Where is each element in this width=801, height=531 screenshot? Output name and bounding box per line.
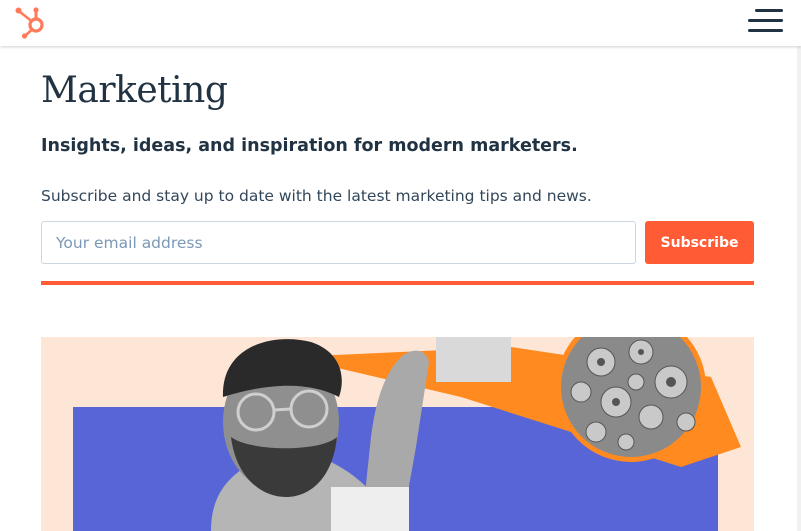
email-input[interactable]: [41, 221, 636, 264]
hubspot-logo-link[interactable]: [12, 4, 52, 40]
hamburger-menu-button[interactable]: [743, 8, 783, 34]
hero-illustration: [41, 337, 754, 531]
page-title: Marketing: [41, 70, 228, 111]
menu-line: [748, 29, 783, 32]
hubspot-sprocket-icon: [15, 7, 44, 39]
subscribe-description: Subscribe and stay up to date with the l…: [41, 187, 592, 205]
menu-line: [748, 19, 783, 22]
menu-line: [755, 9, 783, 12]
hero-image[interactable]: [41, 337, 754, 531]
site-header: [0, 0, 801, 46]
section-divider: [41, 281, 754, 285]
scrollbar[interactable]: [797, 46, 801, 531]
subscribe-button[interactable]: Subscribe: [645, 221, 754, 264]
page-tagline: Insights, ideas, and inspiration for mod…: [41, 136, 578, 156]
